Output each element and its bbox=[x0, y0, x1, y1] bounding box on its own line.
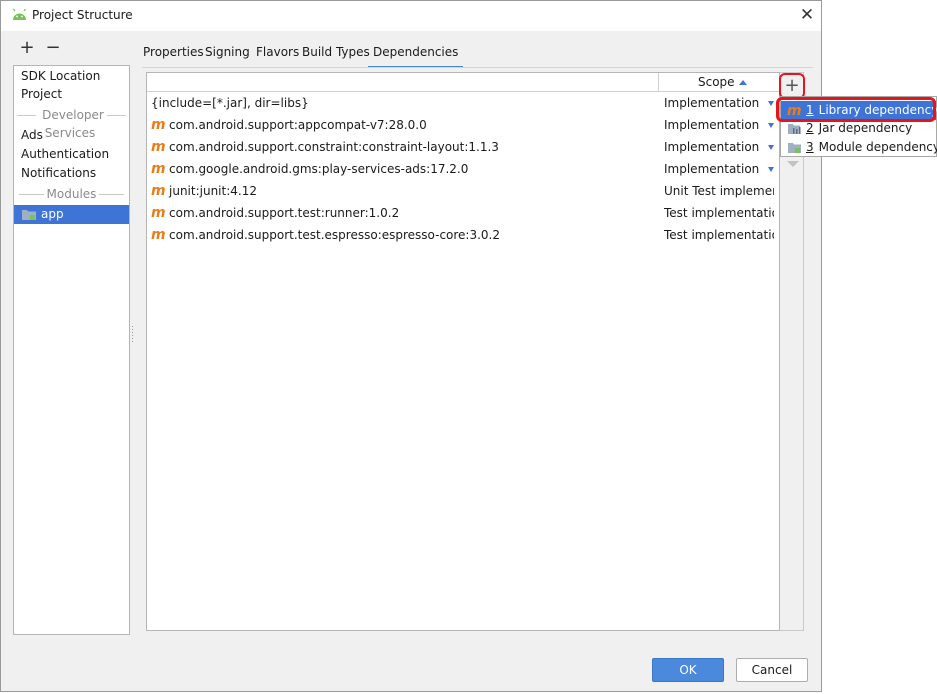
dependency-name: com.android.support:appcompat-v7:28.0.0 bbox=[169, 118, 427, 132]
dependency-name: com.android.support.test:runner:1.0.2 bbox=[169, 206, 400, 220]
cancel-button[interactable]: Cancel bbox=[736, 658, 808, 682]
dependency-name: com.android.support.test.espresso:espres… bbox=[169, 228, 501, 242]
menu-label-text: Library dependency bbox=[818, 103, 937, 117]
svg-text:m: m bbox=[787, 103, 802, 118]
splitter-handle[interactable] bbox=[131, 326, 134, 344]
close-button[interactable]: ✕ bbox=[796, 5, 818, 25]
section-divider bbox=[19, 194, 47, 195]
svg-text:m: m bbox=[151, 183, 165, 197]
tab-properties[interactable]: Properties bbox=[143, 41, 204, 66]
sidebar-item-sdk-location[interactable]: SDK Location bbox=[21, 67, 100, 85]
sidebar-section-label: Developer Services bbox=[39, 108, 104, 140]
scope-header-label: Scope bbox=[698, 75, 735, 89]
section-divider bbox=[106, 115, 126, 116]
sidebar-item-app[interactable]: app bbox=[14, 205, 129, 224]
menu-mnemonic: 1 bbox=[806, 103, 814, 117]
scope-value[interactable]: Implementation bbox=[664, 114, 774, 136]
table-row[interactable]: m com.android.support.constraint:constra… bbox=[147, 136, 779, 158]
section-divider bbox=[96, 194, 124, 195]
dependency-name: junit:junit:4.12 bbox=[169, 184, 257, 198]
remove-module-button[interactable]: − bbox=[45, 39, 61, 57]
scope-value[interactable]: Test implementation bbox=[664, 202, 774, 224]
svg-text:m: m bbox=[151, 117, 165, 131]
maven-m-icon: m bbox=[151, 117, 165, 131]
svg-text:m: m bbox=[151, 161, 165, 175]
menu-label-text: Jar dependency bbox=[818, 121, 913, 135]
menu-item-module-dependency[interactable]: 3 Module dependency bbox=[781, 138, 937, 157]
move-down-icon[interactable] bbox=[787, 161, 799, 167]
table-row[interactable]: {include=[*.jar], dir=libs} Implementati… bbox=[147, 92, 779, 114]
jar-icon bbox=[788, 124, 801, 134]
maven-m-icon: m bbox=[151, 227, 165, 241]
tab-underline-rule bbox=[142, 67, 813, 68]
dependencies-table: Scope {include=[*.jar], dir=libs} Implem… bbox=[146, 72, 780, 631]
scope-value[interactable]: Implementation bbox=[664, 136, 774, 158]
dependency-name: com.android.support.constraint:constrain… bbox=[169, 140, 499, 154]
scope-dropdown-icon[interactable] bbox=[768, 167, 774, 172]
sidebar-item-label: app bbox=[41, 207, 64, 221]
table-row[interactable]: m junit:junit:4.12 Unit Test implemen... bbox=[147, 180, 779, 202]
maven-m-icon: m bbox=[151, 183, 165, 197]
sidebar-section-label: Modules bbox=[43, 187, 100, 201]
scope-column-header[interactable]: Scope bbox=[698, 73, 747, 91]
module-folder-icon bbox=[22, 210, 36, 220]
table-header: Scope bbox=[147, 73, 779, 92]
window-title: Project Structure bbox=[32, 8, 133, 22]
scope-value[interactable]: Implementation bbox=[664, 158, 774, 180]
tab-flavors[interactable]: Flavors bbox=[256, 41, 299, 66]
dependency-name: com.google.android.gms:play-services-ads… bbox=[169, 162, 469, 176]
svg-text:m: m bbox=[151, 139, 165, 153]
maven-m-icon: m bbox=[151, 161, 165, 175]
sort-ascending-icon bbox=[738, 80, 747, 85]
table-row[interactable]: m com.android.support.test.espresso:espr… bbox=[147, 224, 779, 246]
sidebar-section-developer-services: Developer Services bbox=[14, 106, 129, 140]
project-structure-dialog: Project Structure ✕ + − SDK Location Pro… bbox=[0, 0, 822, 692]
table-row[interactable]: m com.google.android.gms:play-services-a… bbox=[147, 158, 779, 180]
tab-build-types[interactable]: Build Types bbox=[302, 41, 370, 66]
menu-item-library-dependency[interactable]: m 1 Library dependency bbox=[781, 101, 937, 120]
menu-item-label: 3 Module dependency bbox=[806, 138, 937, 157]
menu-label-text: Module dependency bbox=[818, 140, 937, 154]
scope-value[interactable]: Implementation bbox=[664, 92, 774, 114]
table-row[interactable]: m com.android.support:appcompat-v7:28.0.… bbox=[147, 114, 779, 136]
menu-mnemonic: 3 bbox=[806, 140, 814, 154]
android-icon bbox=[13, 8, 26, 20]
svg-text:m: m bbox=[151, 227, 165, 241]
maven-m-icon: m bbox=[151, 205, 165, 219]
ok-button[interactable]: OK bbox=[652, 658, 724, 682]
menu-item-label: 2 Jar dependency bbox=[806, 119, 912, 138]
svg-text:m: m bbox=[151, 205, 165, 219]
column-divider[interactable] bbox=[658, 73, 659, 91]
sidebar-section-modules: Modules bbox=[14, 185, 129, 203]
scope-dropdown-icon[interactable] bbox=[768, 145, 774, 150]
dependency-name: {include=[*.jar], dir=libs} bbox=[151, 96, 309, 110]
menu-mnemonic: 2 bbox=[806, 121, 814, 135]
table-row[interactable]: m com.android.support.test:runner:1.0.2 … bbox=[147, 202, 779, 224]
sidebar-item-notifications[interactable]: Notifications bbox=[21, 164, 96, 182]
scope-dropdown-icon[interactable] bbox=[768, 123, 774, 128]
sidebar-item-authentication[interactable]: Authentication bbox=[21, 145, 109, 163]
add-dependency-menu: m 1 Library dependency 2 Jar dependency 3M… bbox=[780, 96, 937, 157]
title-bar: Project Structure ✕ bbox=[1, 1, 821, 31]
add-module-button[interactable]: + bbox=[19, 39, 35, 57]
sidebar-item-ads[interactable]: Ads bbox=[21, 126, 43, 144]
sidebar-item-project[interactable]: Project bbox=[21, 85, 62, 103]
maven-m-icon: m bbox=[787, 103, 802, 118]
scope-value[interactable]: Test implementation bbox=[664, 224, 774, 246]
sidebar: SDK Location Project Developer Services … bbox=[13, 65, 130, 635]
menu-item-jar-dependency[interactable]: 2 Jar dependency bbox=[781, 119, 936, 138]
tab-dependencies[interactable]: Dependencies bbox=[368, 41, 464, 68]
module-folder-icon bbox=[788, 143, 801, 153]
section-divider bbox=[17, 115, 37, 116]
scope-dropdown-icon[interactable] bbox=[768, 101, 774, 106]
tab-signing[interactable]: Signing bbox=[205, 41, 250, 66]
scope-value[interactable]: Unit Test implemen... bbox=[664, 180, 774, 202]
menu-item-label: 1 Library dependency bbox=[806, 101, 937, 120]
maven-m-icon: m bbox=[151, 139, 165, 153]
